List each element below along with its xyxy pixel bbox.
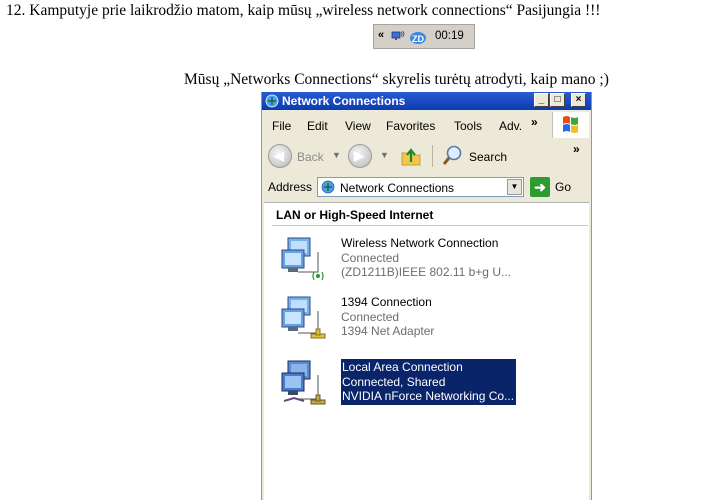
menu-edit[interactable]: Edit <box>307 119 328 133</box>
network-connections-icon <box>265 94 279 108</box>
group-divider <box>272 225 588 226</box>
shared-lan-connection-icon <box>281 360 326 405</box>
connection-text: Wireless Network Connection Connected (Z… <box>341 236 511 280</box>
connection-device: (ZD1211B)IEEE 802.11 b+g U... <box>341 265 511 279</box>
connection-device: NVIDIA nForce Networking Co... <box>342 389 515 403</box>
back-arrow-icon: ◀ <box>274 148 284 163</box>
instruction-heading: 12. Kamputyje prie laikrodžio matom, kai… <box>6 2 601 19</box>
menu-tools[interactable]: Tools <box>454 119 482 133</box>
search-icon[interactable] <box>441 144 465 168</box>
svg-text:ZD: ZD <box>412 34 424 44</box>
address-value: Network Connections <box>340 181 455 195</box>
lan-connection-icon <box>281 296 326 339</box>
minimize-button[interactable]: _ <box>534 93 549 107</box>
back-dropdown-icon[interactable]: ▼ <box>332 150 341 160</box>
menu-bar: File Edit View Favorites Tools Adv. » <box>262 112 591 138</box>
go-button[interactable]: Go <box>555 180 571 194</box>
forward-arrow-icon: ▶ <box>354 148 364 163</box>
back-label[interactable]: Back <box>297 150 324 164</box>
system-tray: « ZD 00:19 <box>373 24 475 49</box>
connection-item-local-area[interactable]: Local Area Connection Connected, Shared … <box>272 359 582 409</box>
menu-file[interactable]: File <box>272 119 291 133</box>
wireless-connection-icon <box>281 237 324 281</box>
show-hidden-icons-button[interactable]: « <box>378 29 384 41</box>
connection-name: Local Area Connection <box>342 360 463 374</box>
zd-wireless-utility-icon[interactable]: ZD <box>409 28 427 46</box>
menu-view[interactable]: View <box>345 119 371 133</box>
connection-name: 1394 Connection <box>341 295 432 309</box>
network-connections-window: Network Connections _ □ × File Edit View… <box>261 92 592 500</box>
title-bar[interactable]: Network Connections _ □ × <box>262 92 591 110</box>
window-title: Network Connections <box>282 94 406 108</box>
connection-item-1394[interactable]: 1394 Connection Connected 1394 Net Adapt… <box>272 295 582 345</box>
connection-text: 1394 Connection Connected 1394 Net Adapt… <box>341 295 434 339</box>
instruction-note: Mūsų „Networks Connections“ skyrelis tur… <box>184 71 609 88</box>
forward-button[interactable]: ▶ <box>348 144 372 168</box>
toolbar-overflow-button[interactable]: » <box>573 142 580 156</box>
connection-status: Connected, Shared <box>342 374 446 389</box>
close-button[interactable]: × <box>571 93 586 107</box>
forward-dropdown-icon[interactable]: ▼ <box>380 150 389 160</box>
network-connections-icon <box>321 180 335 194</box>
connection-device: 1394 Net Adapter <box>341 324 435 338</box>
network-status-icon[interactable] <box>391 29 405 43</box>
windows-logo-icon <box>552 112 589 138</box>
menu-favorites[interactable]: Favorites <box>386 119 435 133</box>
search-button[interactable]: Search <box>469 150 507 164</box>
connection-item-wireless[interactable]: Wireless Network Connection Connected (Z… <box>272 236 582 286</box>
toolbar-separator <box>432 145 433 167</box>
back-button[interactable]: ◀ <box>268 144 292 168</box>
go-arrow-icon[interactable]: ➜ <box>530 177 550 197</box>
menu-advanced[interactable]: Adv. <box>499 119 522 133</box>
standard-toolbar: ◀ Back ▼ ▶ ▼ Search » <box>262 140 591 172</box>
address-field[interactable]: Network Connections ▼ <box>317 177 524 197</box>
connection-text: Local Area Connection Connected, Shared … <box>341 359 517 405</box>
connection-status: Connected <box>341 309 400 324</box>
group-header: LAN or High-Speed Internet <box>276 208 434 222</box>
connection-status: Connected <box>341 250 400 265</box>
menu-overflow-button[interactable]: » <box>531 115 538 129</box>
address-dropdown-button[interactable]: ▼ <box>507 179 522 195</box>
address-bar: Address Network Connections ▼ ➜ Go <box>262 174 591 200</box>
address-label: Address <box>268 180 313 194</box>
connections-list: LAN or High-Speed Internet Wireless Netw… <box>264 202 589 500</box>
folder-up-icon[interactable] <box>400 145 422 167</box>
connection-name: Wireless Network Connection <box>341 236 499 250</box>
maximize-button[interactable]: □ <box>550 93 565 107</box>
tray-clock[interactable]: 00:19 <box>435 30 464 42</box>
